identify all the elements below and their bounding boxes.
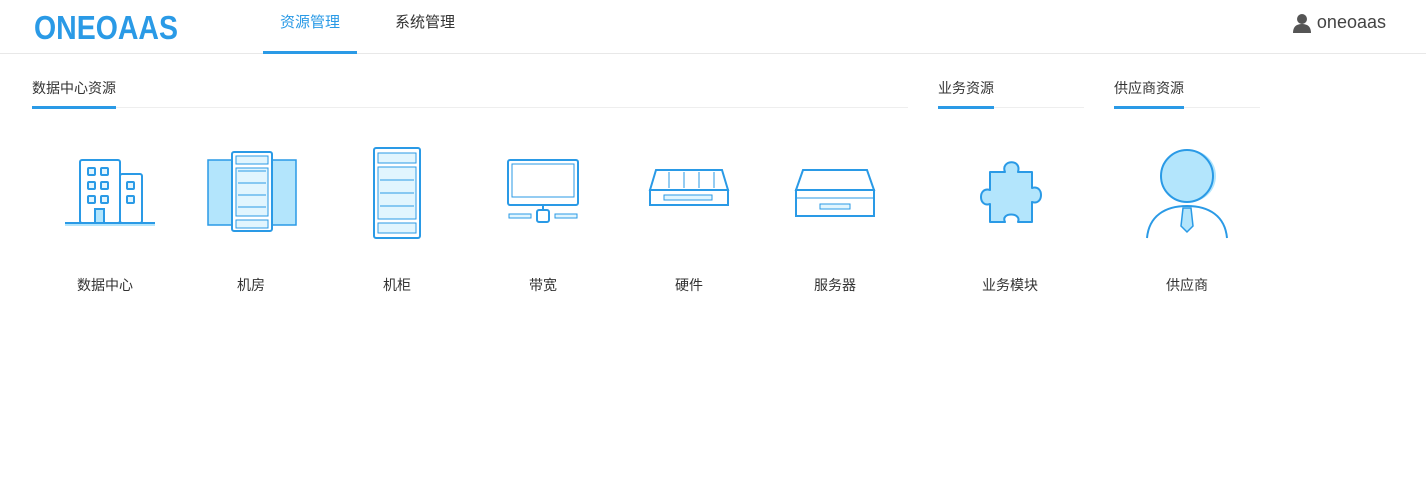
item-server-room[interactable]: 机房 — [181, 140, 321, 295]
user-icon — [1292, 13, 1311, 33]
section-business: 业务资源 — [938, 78, 1084, 109]
server-icon — [794, 169, 876, 217]
person-icon — [1146, 149, 1228, 239]
item-bandwidth[interactable]: 带宽 — [473, 140, 613, 295]
tab-resource-management[interactable]: 资源管理 — [263, 0, 357, 54]
section-title: 数据中心资源 — [32, 79, 116, 109]
item-datacenter[interactable]: 数据中心 — [35, 140, 175, 295]
logo[interactable]: ONEOAAS — [34, 9, 180, 49]
svg-text:ONEOAAS: ONEOAAS — [34, 10, 178, 44]
item-label: 机柜 — [383, 277, 411, 293]
item-label: 供应商 — [1166, 277, 1208, 293]
monitor-icon — [507, 159, 579, 223]
item-label: 机房 — [237, 277, 265, 293]
puzzle-icon — [980, 161, 1042, 223]
section-supplier: 供应商资源 — [1114, 78, 1260, 109]
item-label: 业务模块 — [982, 277, 1038, 293]
section-title: 供应商资源 — [1114, 79, 1184, 109]
section-datacenter: 数据中心资源 — [32, 78, 908, 109]
item-business-module[interactable]: 业务模块 — [940, 140, 1080, 295]
item-label: 服务器 — [814, 277, 856, 293]
item-supplier[interactable]: 供应商 — [1117, 140, 1257, 295]
item-hardware[interactable]: 硬件 — [619, 140, 759, 295]
server-room-icon — [207, 151, 297, 232]
cabinet-icon — [373, 147, 421, 239]
building-icon — [65, 159, 155, 226]
item-label: 硬件 — [675, 277, 703, 293]
user-menu[interactable]: oneoaas — [1292, 12, 1386, 33]
top-nav: ONEOAAS 资源管理 系统管理 oneoaas — [0, 0, 1426, 54]
item-label: 带宽 — [529, 277, 557, 293]
item-server[interactable]: 服务器 — [765, 140, 905, 295]
section-title: 业务资源 — [938, 79, 994, 109]
hardware-icon — [648, 169, 730, 206]
username: oneoaas — [1316, 12, 1386, 32]
tab-system-management[interactable]: 系统管理 — [380, 0, 470, 54]
item-label: 数据中心 — [77, 277, 133, 293]
item-cabinet[interactable]: 机柜 — [327, 140, 467, 295]
